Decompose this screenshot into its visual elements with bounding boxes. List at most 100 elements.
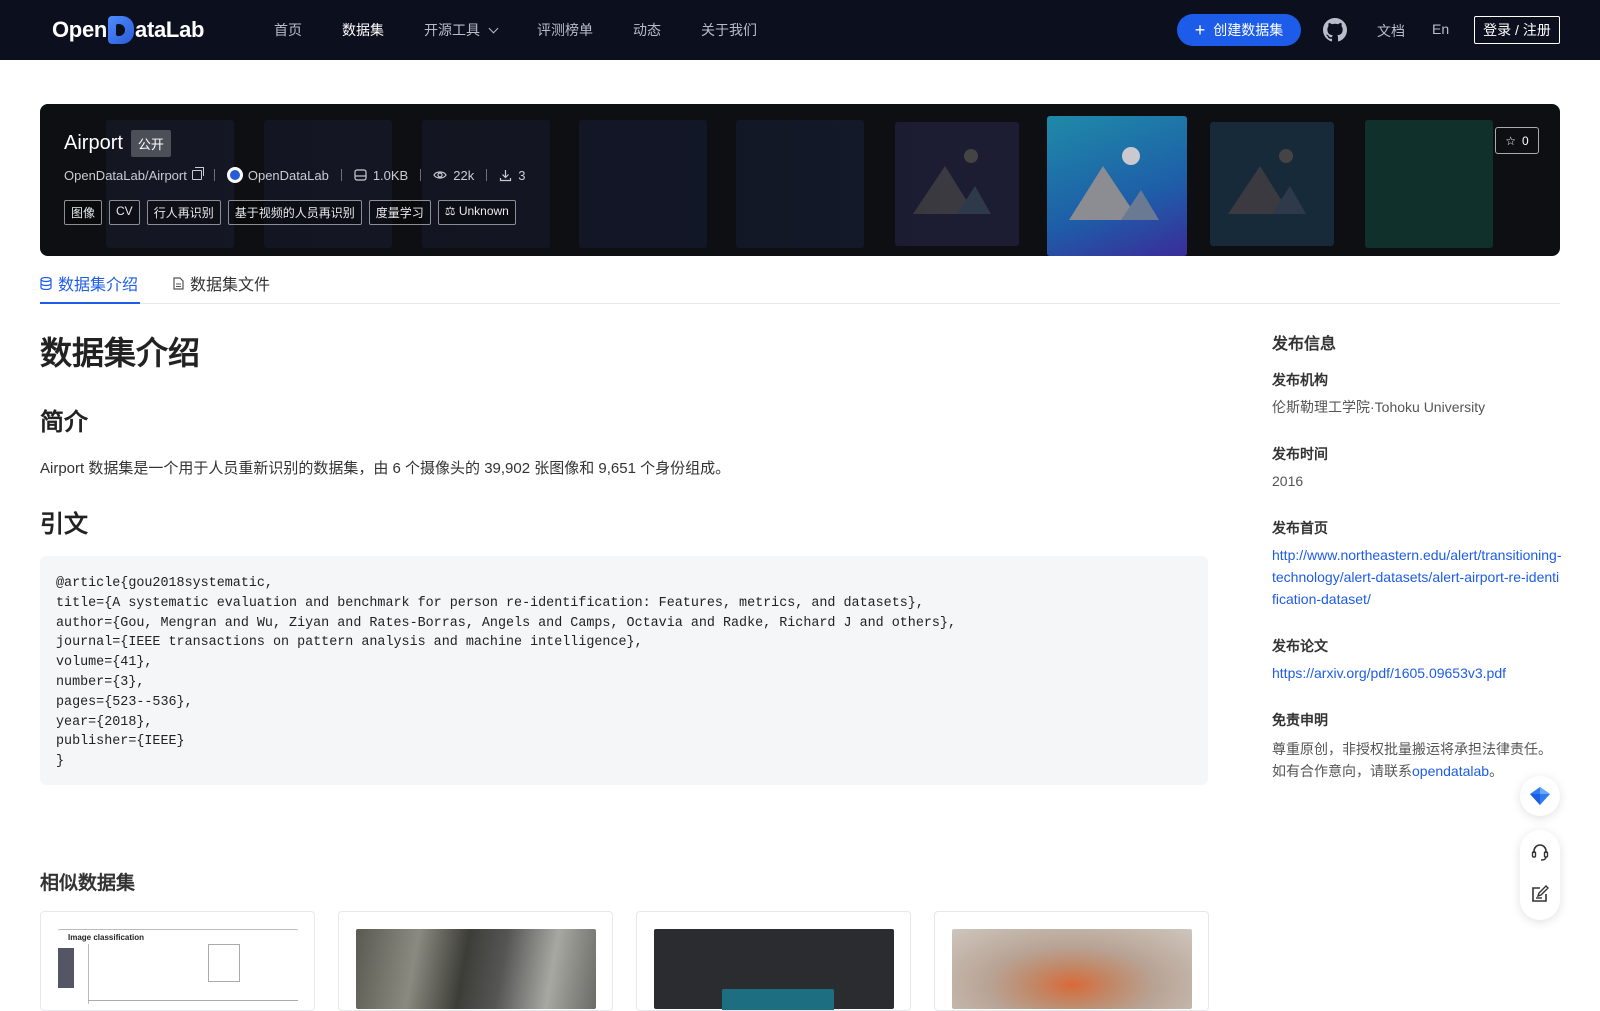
card-thumbnail: [356, 929, 596, 1009]
citation-heading: 引文: [40, 511, 88, 538]
opendatalab-logo[interactable]: Open ataLab: [52, 14, 204, 46]
logo-d-mark: [108, 16, 135, 44]
nav-datasets[interactable]: 数据集: [342, 20, 384, 40]
login-register-button[interactable]: 登录 / 注册: [1474, 16, 1560, 44]
download-count: 3: [518, 167, 526, 183]
paper-label: 发布论文: [1272, 638, 1328, 654]
nav-docs[interactable]: 文档: [1377, 21, 1405, 41]
card-thumbnail-strip: [58, 948, 74, 988]
card-thumbnail: [952, 929, 1192, 1009]
dataset-meta: OpenDataLab/Airport OpenDataLab 1.0KB 22…: [64, 166, 525, 184]
dataset-name: Airport: [64, 132, 123, 154]
similar-dataset-card[interactable]: Image classification: [40, 911, 315, 1011]
disclaimer-prefix: 如有合作意向，请联系: [1272, 763, 1412, 779]
create-dataset-button[interactable]: + 创建数据集: [1177, 14, 1301, 46]
tab-files-label: 数据集文件: [190, 277, 271, 294]
nav-leaderboard[interactable]: 评测榜单: [537, 20, 593, 40]
card-thumbnail-box: [208, 944, 240, 982]
diamond-icon: [1530, 787, 1550, 805]
storage-icon: [354, 169, 367, 181]
feedback-edit-icon[interactable]: [1530, 884, 1550, 904]
card-thumbnail-line: [88, 1000, 298, 1001]
card-thumbnail-shape: [722, 989, 834, 1010]
database-icon: [40, 276, 52, 290]
view-count: 22k: [453, 167, 475, 183]
dataset-tabs: 数据集介绍 数据集文件: [40, 264, 1560, 304]
page-title: 数据集介绍: [40, 335, 201, 371]
disclaimer-text: 尊重原创，非授权批量搬运将承担法律责任。 如有合作意向，请联系opendatal…: [1272, 738, 1562, 782]
summary-text: Airport 数据集是一个用于人员重新识别的数据集，由 6 个摄像头的 39,…: [40, 460, 731, 477]
citation-text: @article{gou2018systematic, title={A sys…: [56, 576, 956, 770]
main-nav: 首页 数据集 开源工具 评测榜单 动态 关于我们: [274, 0, 797, 60]
dataset-tags: 图像 CV 行人再识别 基于视频的人员再识别 度量学习 ⚖ Unknown: [64, 200, 523, 225]
star-button[interactable]: ☆ 0: [1495, 127, 1539, 154]
nav-tools-label: 开源工具: [424, 22, 480, 38]
disclaimer-line-2: 如有合作意向，请联系opendatalab。: [1272, 760, 1562, 782]
eye-icon: [433, 171, 447, 179]
meta-divider: [213, 169, 215, 181]
nav-about[interactable]: 关于我们: [701, 20, 757, 40]
similar-dataset-card[interactable]: [636, 911, 911, 1011]
card-thumbnail-caption: Image classification: [68, 933, 145, 942]
tab-intro-label: 数据集介绍: [58, 277, 139, 294]
tag-item[interactable]: 行人再识别: [146, 200, 221, 225]
star-icon: ☆: [1505, 133, 1517, 148]
license-label: Unknown: [458, 204, 509, 218]
similar-dataset-card[interactable]: [934, 911, 1209, 1011]
headset-icon[interactable]: [1530, 842, 1550, 862]
dataset-path: OpenDataLab/Airport: [64, 167, 187, 183]
homepage-label: 发布首页: [1272, 520, 1328, 536]
disclaimer-suffix: 。: [1489, 763, 1504, 779]
card-thumbnail-line: [88, 944, 89, 1004]
similar-datasets-heading: 相似数据集: [40, 873, 136, 894]
dataset-title-row: Airport 公开: [64, 130, 171, 157]
top-navbar: Open ataLab 首页 数据集 开源工具 评测榜单 动态 关于我们 + 创…: [0, 0, 1600, 60]
logo-text-open: Open: [52, 17, 108, 42]
file-icon: [173, 276, 184, 290]
similar-dataset-card[interactable]: [338, 911, 613, 1011]
disclaimer-line-1: 尊重原创，非授权批量搬运将承担法律责任。: [1272, 741, 1552, 757]
meta-divider: [420, 169, 422, 181]
license-tag[interactable]: ⚖ Unknown: [437, 200, 516, 225]
meta-divider: [486, 169, 488, 181]
nav-home[interactable]: 首页: [274, 20, 302, 40]
plus-icon: +: [1194, 20, 1206, 40]
floating-diamond-button[interactable]: [1520, 776, 1560, 816]
time-label: 发布时间: [1272, 446, 1328, 462]
tag-item[interactable]: 基于视频的人员再识别: [227, 200, 362, 225]
publish-info-sidebar: 发布信息 发布机构 伦斯勒理工学院·Tohoku University 发布时间…: [1272, 330, 1562, 779]
paper-link[interactable]: https://arxiv.org/pdf/1605.09653v3.pdf: [1272, 662, 1562, 684]
contact-link[interactable]: opendatalab: [1412, 763, 1489, 779]
nav-news[interactable]: 动态: [633, 20, 661, 40]
dataset-size: 1.0KB: [372, 167, 409, 183]
homepage-link[interactable]: http://www.northeastern.edu/alert/transi…: [1272, 544, 1562, 610]
star-count: 0: [1522, 133, 1529, 148]
github-icon[interactable]: [1323, 18, 1347, 42]
org-value: 伦斯勒理工学院·Tohoku University: [1272, 399, 1486, 415]
sidebar-title: 发布信息: [1272, 336, 1337, 353]
create-dataset-label: 创建数据集: [1213, 22, 1284, 38]
scale-icon: ⚖: [444, 204, 459, 218]
org-avatar: [226, 167, 243, 183]
card-thumbnail: [654, 929, 894, 1010]
floating-toolbar: [1520, 830, 1560, 920]
download-icon: [500, 169, 512, 181]
disclaimer-label: 免责申明: [1272, 712, 1328, 728]
org-label: 发布机构: [1272, 372, 1328, 388]
language-switch[interactable]: En: [1432, 21, 1449, 37]
meta-divider: [340, 169, 342, 181]
citation-code-block: @article{gou2018systematic, title={A sys…: [40, 556, 1208, 785]
tab-dataset-files[interactable]: 数据集文件: [173, 271, 270, 295]
visibility-badge: 公开: [130, 130, 171, 157]
card-thumbnail: Image classification: [58, 929, 298, 1009]
tab-dataset-intro[interactable]: 数据集介绍: [40, 271, 138, 295]
logo-text-rest: ataLab: [135, 17, 205, 42]
org-name[interactable]: OpenDataLab: [248, 168, 329, 183]
nav-tools[interactable]: 开源工具: [424, 20, 499, 40]
copy-icon[interactable]: [191, 167, 204, 180]
tag-item[interactable]: CV: [109, 200, 140, 225]
tag-item[interactable]: 图像: [64, 200, 103, 225]
tag-item[interactable]: 度量学习: [368, 200, 431, 225]
summary-heading: 简介: [40, 409, 88, 436]
chevron-down-icon: [488, 23, 499, 33]
